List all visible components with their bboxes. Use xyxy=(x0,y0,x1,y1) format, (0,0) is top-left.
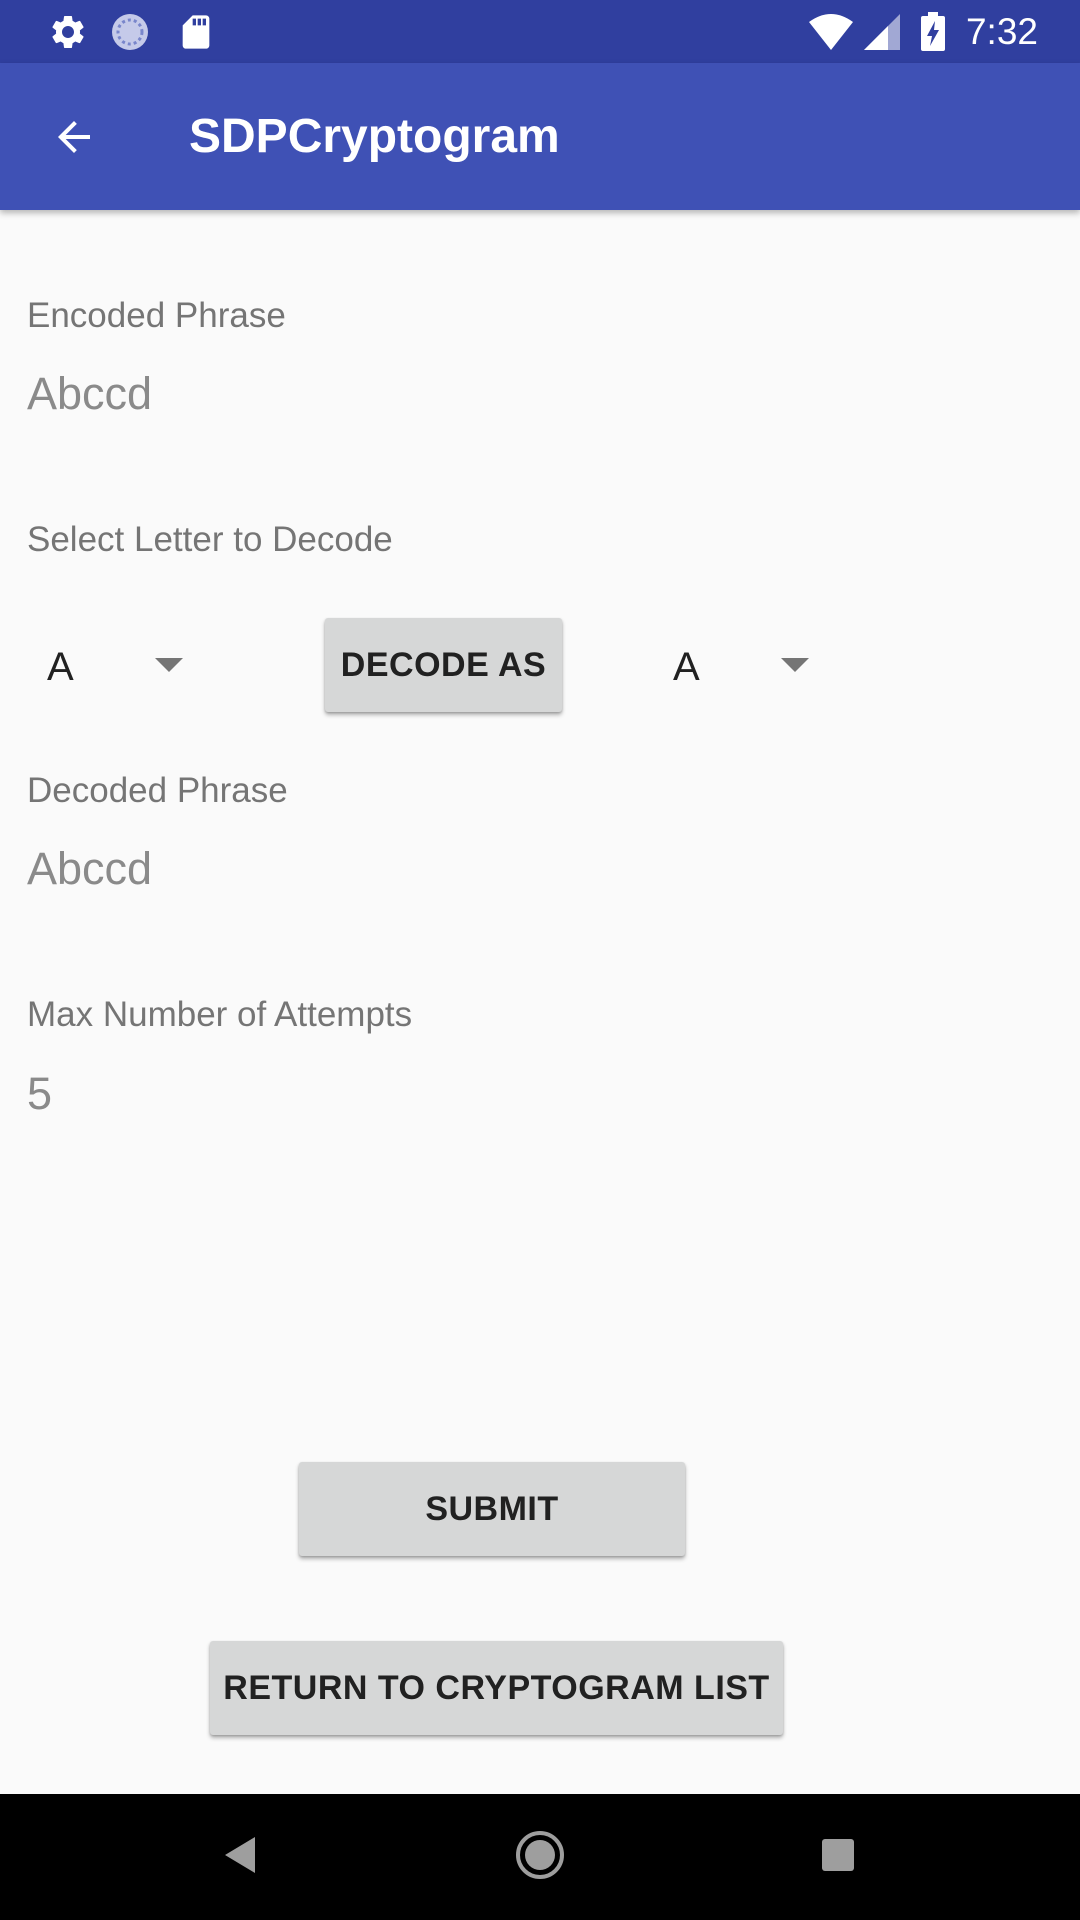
nav-back-button[interactable] xyxy=(206,1822,276,1892)
sd-card-icon xyxy=(176,12,216,52)
to-letter-value: A xyxy=(673,645,700,689)
page-title: SDPCryptogram xyxy=(189,110,560,163)
recents-square-icon xyxy=(820,1837,856,1878)
return-to-list-button[interactable]: RETURN TO CRYPTOGRAM LIST xyxy=(210,1641,783,1735)
signal-icon xyxy=(862,12,902,52)
navigation-bar xyxy=(0,1794,1080,1920)
from-letter-spinner[interactable]: A xyxy=(27,628,207,704)
decode-as-button[interactable]: DECODE AS xyxy=(325,618,562,712)
max-attempts-label: Max Number of Attempts xyxy=(27,995,413,1034)
dropdown-arrow-icon xyxy=(155,658,183,672)
nav-home-button[interactable] xyxy=(505,1822,575,1892)
status-bar: 7:32 xyxy=(0,0,1080,63)
gear-icon xyxy=(48,12,88,52)
home-circle-icon xyxy=(514,1829,566,1886)
encoded-phrase-value: Abccd xyxy=(27,368,153,419)
to-letter-spinner[interactable]: A xyxy=(653,628,833,704)
max-attempts-value: 5 xyxy=(27,1068,53,1119)
back-triangle-icon xyxy=(221,1833,261,1882)
nav-recents-button[interactable] xyxy=(803,1822,873,1892)
decoded-phrase-value: Abccd xyxy=(27,843,153,894)
dropdown-arrow-icon xyxy=(781,658,809,672)
decoded-phrase-label: Decoded Phrase xyxy=(27,771,288,810)
wifi-icon xyxy=(808,12,854,52)
select-letter-label: Select Letter to Decode xyxy=(27,520,393,559)
encoded-phrase-label: Encoded Phrase xyxy=(27,296,286,335)
back-button[interactable] xyxy=(26,91,122,187)
submit-button[interactable]: SUBMIT xyxy=(299,1462,685,1556)
battery-charging-icon xyxy=(920,12,946,52)
clock: 7:32 xyxy=(965,11,1038,52)
app-bar: SDPCryptogram xyxy=(0,63,1080,210)
from-letter-value: A xyxy=(47,645,74,689)
sync-icon xyxy=(110,12,150,52)
arrow-back-icon xyxy=(50,113,98,166)
